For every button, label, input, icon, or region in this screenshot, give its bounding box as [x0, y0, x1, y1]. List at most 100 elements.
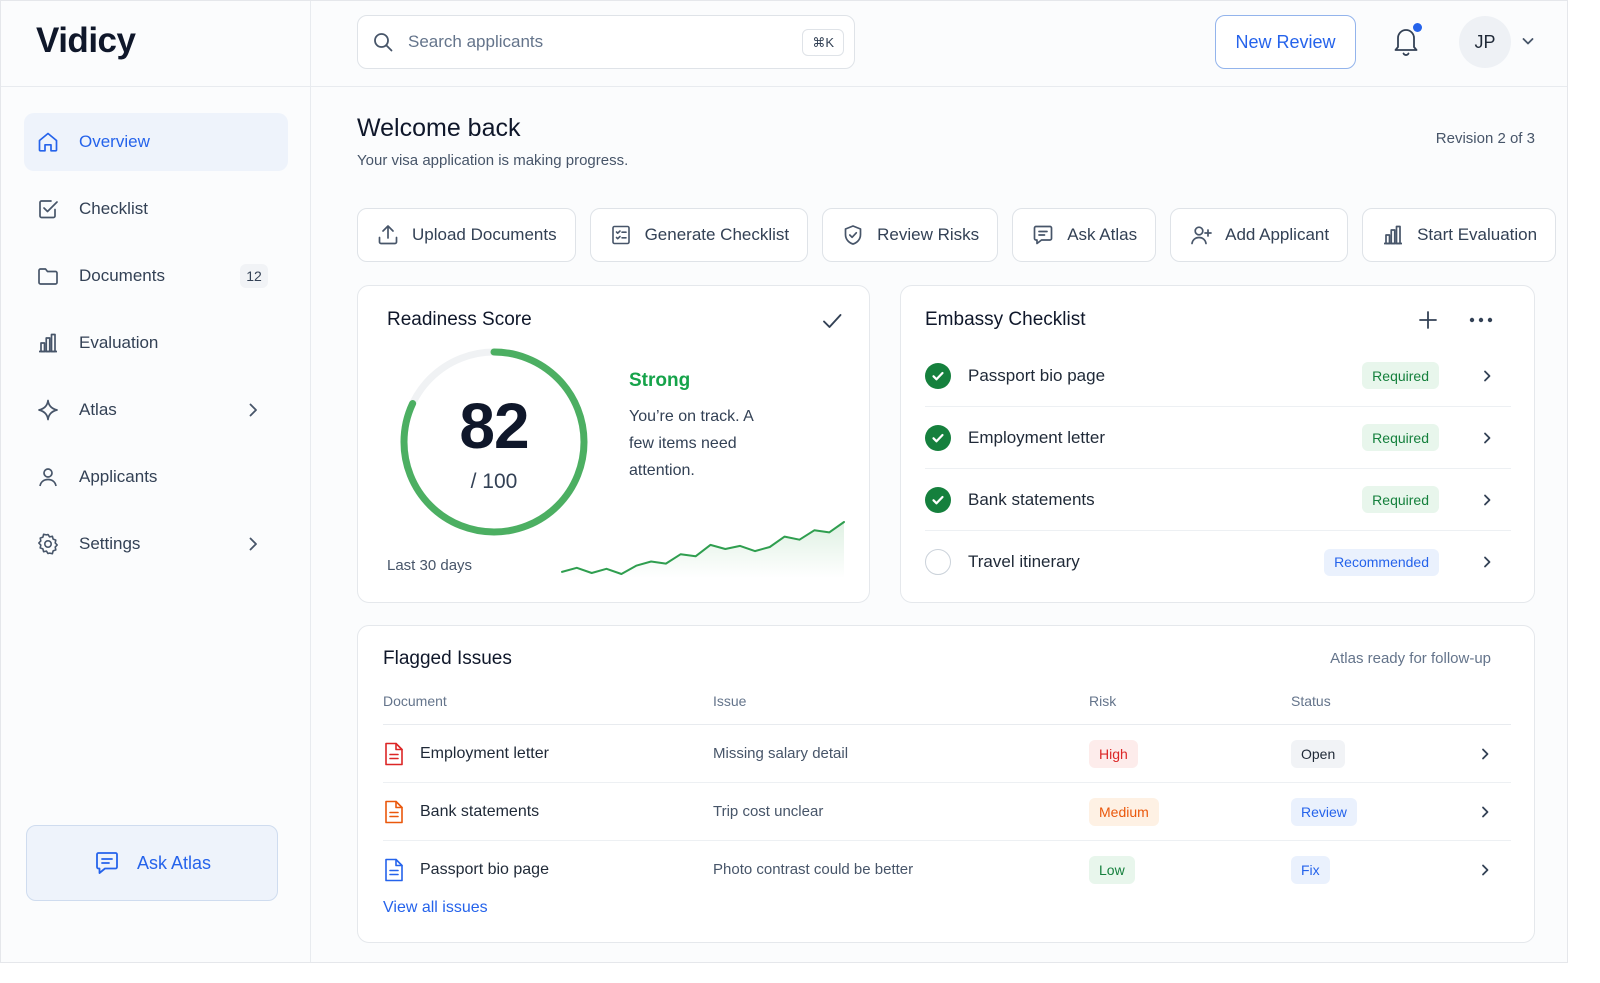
app-logo[interactable]: Vidicy [36, 21, 136, 61]
avatar[interactable]: JP [1459, 16, 1511, 68]
table-row[interactable]: Employment letter Missing salary detail … [383, 725, 1511, 783]
checklist-item[interactable]: Travel itinerary Recommended [925, 531, 1511, 593]
risk-badge: Medium [1089, 798, 1159, 826]
column-header-issue: Issue [713, 693, 747, 709]
checklist-item-name: Bank statements [968, 489, 1095, 509]
checklist-item-name: Passport bio page [968, 365, 1106, 385]
action-label: Upload Documents [412, 225, 557, 244]
chevron-right-icon [1479, 554, 1495, 570]
checklist-item-tag: Recommended [1324, 548, 1439, 576]
checklist-item-tag: Required [1362, 486, 1439, 513]
issue-description: Trip cost unclear [713, 803, 824, 820]
start-evaluation-button[interactable]: Start Evaluation [1362, 208, 1557, 262]
readiness-title: Readiness Score [387, 309, 532, 330]
sidebar-item-atlas[interactable]: Atlas [24, 381, 288, 439]
check-circle-icon[interactable] [925, 486, 951, 513]
ask-atlas-label: Ask Atlas [136, 852, 212, 873]
more-options-icon[interactable] [1468, 308, 1494, 332]
chevron-right-icon [1477, 804, 1493, 820]
sidebar-item-label: Settings [79, 534, 141, 553]
bar-chart-icon [1384, 225, 1403, 245]
chevron-right-icon [1477, 862, 1493, 878]
main-content: Welcome back Your visa application is ma… [311, 87, 1567, 962]
checklist-item[interactable]: Employment letter Required [925, 407, 1511, 469]
flagged-issues-note: Atlas ready for follow-up [1330, 650, 1491, 667]
quick-actions: Upload Documents Generate Checklist Revi… [357, 208, 1557, 262]
embassy-checklist-card: Embassy Checklist Passport bio page Requ… [900, 285, 1535, 603]
table-row[interactable]: Bank statements Trip cost unclear Medium… [383, 783, 1511, 841]
revision-indicator: Revision 2 of 3 [1435, 130, 1535, 147]
chat-icon [1033, 225, 1053, 245]
new-review-button[interactable]: New Review [1215, 15, 1356, 69]
check-circle-icon[interactable] [925, 362, 951, 389]
checklist-item[interactable]: Bank statements Required [925, 469, 1511, 531]
checklist-icon [611, 225, 630, 245]
checklist-item-name: Employment letter [968, 427, 1105, 447]
page-title: Welcome back [357, 114, 521, 142]
review-risks-button[interactable]: Review Risks [822, 208, 999, 262]
upload-documents-button[interactable]: Upload Documents [357, 208, 576, 262]
check-icon[interactable] [821, 310, 843, 332]
chat-icon [93, 849, 121, 877]
check-circle-icon[interactable] [925, 424, 951, 451]
chevron-right-icon [1479, 368, 1495, 384]
chevron-down-icon[interactable] [1520, 33, 1536, 49]
ask-atlas-button[interactable]: Ask Atlas [1012, 208, 1157, 262]
sidebar-item-checklist[interactable]: Checklist [24, 180, 288, 238]
checklist-item-name: Travel itinerary [968, 552, 1080, 571]
checklist-item-tag: Required [1362, 362, 1439, 389]
shield-icon [844, 225, 862, 245]
sidebar-item-label: Checklist [79, 199, 148, 218]
readiness-trend-sparkline [561, 521, 845, 578]
document-icon [385, 742, 403, 766]
sidebar-item-label: Evaluation [79, 333, 159, 352]
issue-description: Photo contrast could be better [713, 861, 914, 878]
sidebar-item-evaluation[interactable]: Evaluation [24, 314, 288, 372]
sidebar-item-overview[interactable]: Overview [24, 113, 288, 171]
empty-circle-icon[interactable] [925, 549, 951, 575]
generate-checklist-button[interactable]: Generate Checklist [589, 208, 809, 262]
action-label: Generate Checklist [644, 225, 790, 244]
sidebar-item-documents[interactable]: Documents 12 [24, 247, 288, 305]
checkbox-icon [36, 197, 60, 221]
upload-icon [378, 225, 398, 245]
chevron-right-icon [1477, 746, 1493, 762]
gear-icon [36, 532, 60, 556]
top-header: ⌘K New Review JP [311, 1, 1567, 87]
user-icon [36, 465, 60, 489]
ask-atlas-sidebar-button[interactable]: Ask Atlas [26, 825, 278, 901]
sparkle-icon [36, 398, 60, 422]
home-icon [36, 130, 60, 154]
sidebar-item-label: Documents [79, 266, 165, 285]
action-label: Review Risks [877, 225, 980, 244]
readiness-status: Strong [629, 370, 691, 391]
chevron-right-icon [1479, 492, 1495, 508]
sidebar-item-label: Applicants [79, 467, 158, 486]
checklist-item-tag: Required [1362, 424, 1439, 451]
view-all-issues-link[interactable]: View all issues [383, 899, 488, 917]
sidebar-item-settings[interactable]: Settings [24, 515, 288, 573]
search-bar[interactable]: ⌘K [357, 15, 855, 69]
issue-document: Bank statements [420, 803, 540, 820]
sidebar-item-label: Overview [79, 132, 150, 151]
risk-badge: High [1089, 740, 1138, 768]
issue-document: Employment letter [420, 745, 549, 762]
readiness-score-value: 82 [459, 390, 529, 462]
sidebar-item-applicants[interactable]: Applicants [24, 448, 288, 506]
add-applicant-button[interactable]: Add Applicant [1170, 208, 1349, 262]
status-badge: Review [1291, 798, 1357, 826]
action-label: Start Evaluation [1417, 225, 1538, 244]
document-icon [385, 800, 403, 824]
flagged-issues-title: Flagged Issues [383, 648, 512, 669]
logo-area: Vidicy [1, 1, 310, 87]
folder-icon [36, 264, 60, 288]
search-input[interactable] [408, 32, 778, 52]
checklist-item[interactable]: Passport bio page Required [925, 345, 1511, 407]
table-row[interactable]: Passport bio page Photo contrast could b… [383, 841, 1511, 899]
plus-icon[interactable] [1416, 308, 1440, 332]
app-window: Vidicy Overview Checklist Documents 12 E… [0, 0, 1568, 963]
readiness-score-card: Readiness Score 82 / 100 Strong You’re o… [357, 285, 870, 603]
chevron-right-icon [243, 400, 263, 420]
chevron-right-icon [243, 534, 263, 554]
readiness-period: Last 30 days [387, 557, 473, 574]
